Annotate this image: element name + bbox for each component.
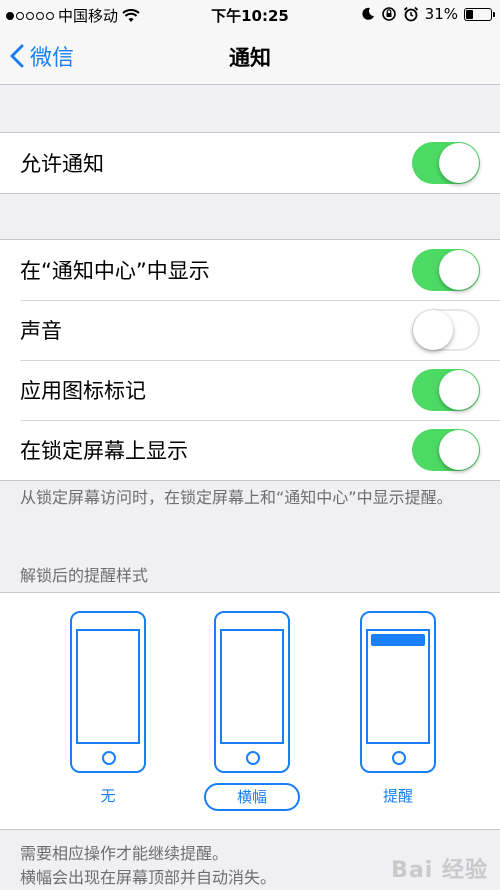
allow-notifications-label: 允许通知 — [20, 152, 104, 176]
sound-toggle[interactable] — [412, 309, 480, 351]
alert-style-none-option[interactable]: 无 — [68, 611, 148, 821]
phone-none-icon — [70, 611, 146, 773]
alert-style-banners-option[interactable]: 横幅 — [204, 611, 300, 821]
alert-style-header: 解锁后的提醒样式 — [20, 566, 149, 585]
alert-style-none-label: 无 — [100, 787, 116, 805]
allow-notifications-toggle[interactable] — [412, 142, 480, 184]
badge-app-icon-label: 应用图标标记 — [20, 379, 146, 403]
battery-percent: 31% — [424, 5, 458, 23]
badge-app-icon-toggle[interactable] — [412, 369, 480, 411]
alert-style-alerts-option[interactable]: 提醒 — [358, 611, 438, 821]
show-on-lock-screen-row: 在锁定屏幕上显示 — [0, 420, 500, 480]
phone-alerts-icon — [360, 611, 436, 773]
show-on-lock-screen-toggle[interactable] — [412, 429, 480, 471]
status-bar: 中国移动 下午10:25 31% — [0, 0, 500, 30]
allow-notifications-group: 允许通知 — [0, 132, 500, 194]
alert-style-banners-label: 横幅 — [204, 783, 300, 811]
show-in-notification-center-row: 在“通知中心”中显示 — [0, 240, 500, 300]
show-in-notification-center-toggle[interactable] — [412, 249, 480, 291]
show-in-notification-center-label: 在“通知中心”中显示 — [20, 259, 210, 283]
lock-screen-footer: 从锁定屏幕访问时，在锁定屏幕上和“通知中心”中显示提醒。 — [20, 488, 453, 507]
rotation-lock-icon — [381, 7, 396, 21]
allow-notifications-row: 允许通知 — [0, 133, 500, 193]
sound-label: 声音 — [20, 319, 62, 343]
page-title: 通知 — [229, 46, 271, 70]
navigation-bar: 微信 通知 — [0, 30, 500, 85]
sound-row: 声音 — [0, 300, 500, 360]
alert-style-group: 无 横幅 提醒 — [0, 592, 500, 830]
baidu-watermark: Bai 经验 — [391, 858, 488, 883]
do-not-disturb-icon — [362, 7, 374, 20]
phone-banners-icon — [214, 611, 290, 773]
notification-options-group: 在“通知中心”中显示 声音 应用图标标记 在锁定屏幕上显示 — [0, 239, 500, 481]
battery-icon — [464, 7, 495, 21]
show-on-lock-screen-label: 在锁定屏幕上显示 — [20, 439, 188, 463]
badge-app-icon-row: 应用图标标记 — [0, 360, 500, 420]
status-right: 31% — [361, 5, 495, 23]
alert-style-alerts-label: 提醒 — [382, 787, 413, 805]
alarm-icon — [403, 6, 418, 22]
